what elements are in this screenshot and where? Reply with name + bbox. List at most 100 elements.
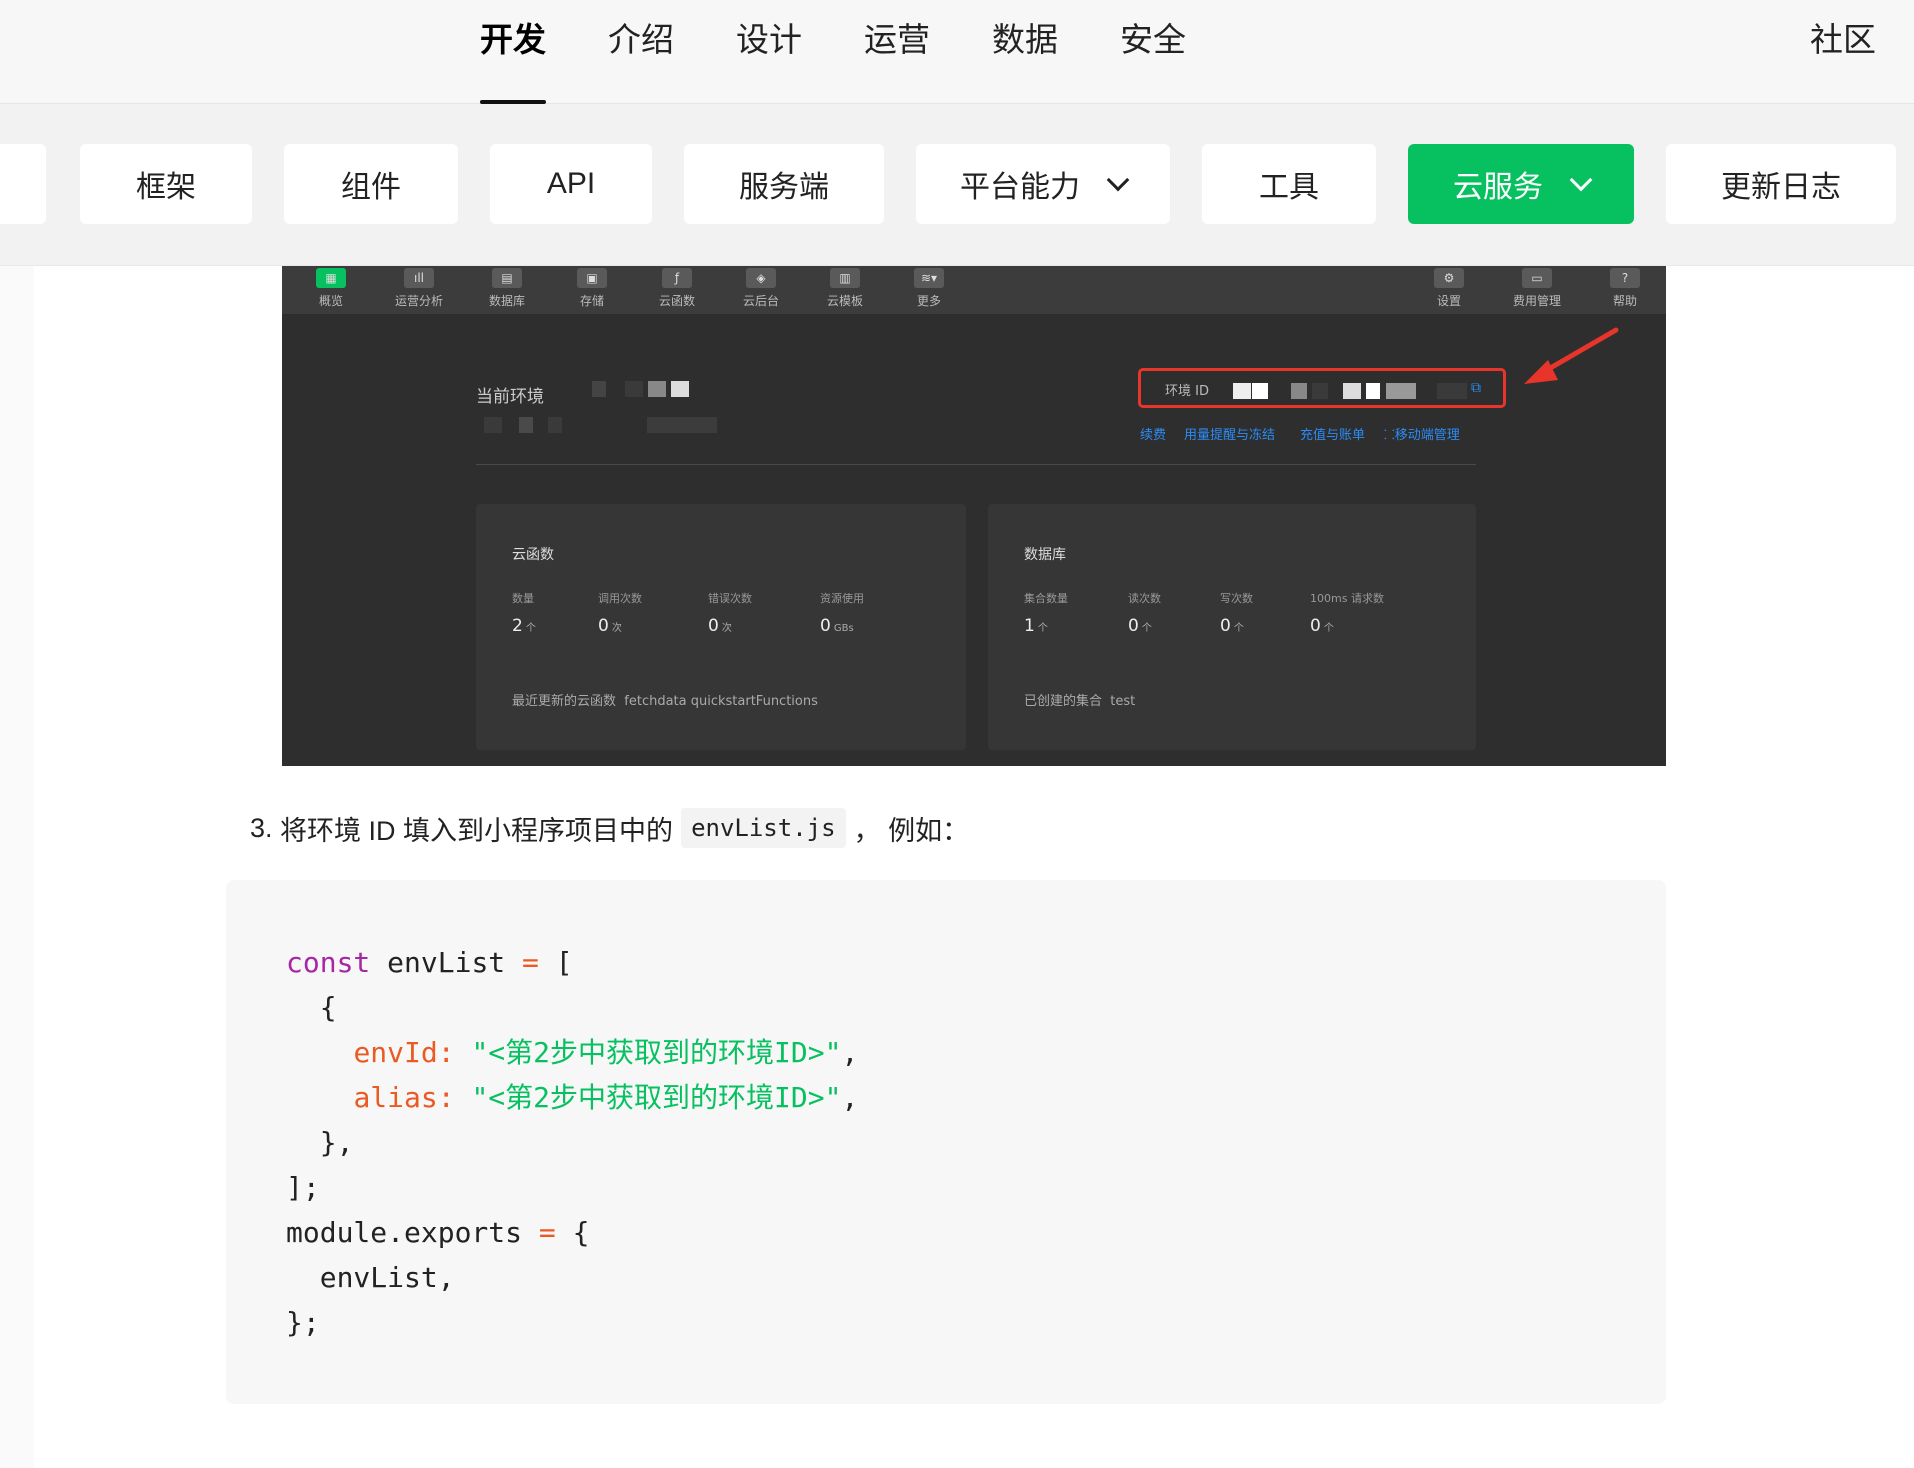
value: 0 <box>598 616 609 636</box>
card-title: 云函数 <box>512 547 554 563</box>
renew-link[interactable]: 续费 <box>1140 424 1166 443</box>
footer-value: test <box>1110 694 1136 709</box>
value: 0 <box>1220 616 1231 636</box>
gear-icon: ⚙ <box>1434 268 1464 288</box>
pill-label: 工具 <box>1259 171 1319 204</box>
toolbar-analytics: ıll 运营分析 <box>384 266 454 314</box>
redaction <box>625 380 644 397</box>
metric-value: 2个 <box>512 616 536 636</box>
recharge-link[interactable]: 充值与账单 <box>1300 424 1365 443</box>
billing-icon: ▭ <box>1522 268 1552 288</box>
toolbar-backend: ◈ 云后台 <box>726 266 796 314</box>
toolbar-label: 更多 <box>916 294 941 308</box>
card-footer: 最近更新的云函数 fetchdata quickstartFunctions <box>512 690 818 709</box>
pill-components[interactable]: 组件 <box>284 144 458 224</box>
divider <box>476 464 1476 465</box>
value: 0 <box>1128 616 1139 636</box>
pill-label: 框架 <box>136 171 196 204</box>
code-property: alias: <box>353 1081 455 1114</box>
toolbar-label: 云模板 <box>826 294 863 308</box>
pill-framework[interactable]: 框架 <box>80 144 252 224</box>
toolbar-label: 云后台 <box>742 294 779 308</box>
database-card: 数据库 集合数量 1个 读次数 0个 写次数 0个 100ms 请求数 0个 已… <box>988 504 1476 750</box>
cube-icon: ◈ <box>746 268 776 288</box>
redaction <box>1385 382 1416 399</box>
tab-design[interactable]: 设计 <box>736 0 802 104</box>
pill-tools[interactable]: 工具 <box>1202 144 1376 224</box>
metric-label: 集合数量 <box>1024 592 1068 605</box>
top-nav: 开发 介绍 设计 运营 数据 安全 社区 <box>0 0 1914 104</box>
footer-value: fetchdata quickstartFunctions <box>624 694 818 709</box>
toolbar-billing: ▭ 费用管理 <box>1502 266 1572 314</box>
pill-partial[interactable] <box>0 144 46 224</box>
metric-label: 调用次数 <box>598 592 642 605</box>
tab-operations[interactable]: 运营 <box>864 0 930 104</box>
chevron-down-icon <box>1106 168 1130 192</box>
console-screenshot: ▦ 概览 ıll 运营分析 ▤ 数据库 ▣ 存储 ƒ 云函数 ◈ 云后台 ▥ 云模板 ≋▾ 更多… <box>282 266 1666 766</box>
value: 0 <box>1310 616 1321 636</box>
usage-alert-link[interactable]: 用量提醒与冻结 <box>1184 424 1275 443</box>
env-id-highlight: 环境 ID ⧉ <box>1138 368 1506 408</box>
unit: GBs <box>833 623 854 634</box>
tab-security[interactable]: 安全 <box>1120 0 1186 104</box>
toolbar-label: 设置 <box>1436 294 1461 308</box>
current-env-label: 当前环境 <box>476 387 544 407</box>
mobile-manage-link[interactable]: ⸬移动端管理 <box>1384 424 1460 443</box>
footer-label: 最近更新的云函数 <box>512 694 617 709</box>
step-instruction: 3. 将环境 ID 填入到小程序项目中的 envList.js ， 例如： <box>250 808 969 848</box>
code-block: const envList = [ { envId: "<第2步中获取到的环境I… <box>226 880 1666 1404</box>
redaction <box>1252 382 1269 399</box>
pill-label: 更新日志 <box>1721 171 1841 204</box>
code-operator: = <box>522 946 539 979</box>
pill-label: API <box>546 167 596 200</box>
toolbar-label: 费用管理 <box>1512 294 1561 308</box>
code-identifier: module.exports <box>286 1216 523 1249</box>
toolbar-storage: ▣ 存储 <box>557 266 627 314</box>
pill-api[interactable]: API <box>490 144 652 224</box>
value: 2 <box>512 616 523 636</box>
community-link[interactable]: 社区 <box>1810 0 1876 104</box>
toolbar-label: 数据库 <box>488 294 525 308</box>
layers-icon: ≋▾ <box>914 268 944 288</box>
pill-changelog[interactable]: 更新日志 <box>1666 144 1896 224</box>
metric-value: 1个 <box>1024 616 1048 636</box>
tab-data[interactable]: 数据 <box>992 0 1058 104</box>
redaction <box>1291 382 1308 399</box>
pill-label: 服务端 <box>739 171 829 204</box>
copy-icon[interactable]: ⧉ <box>1471 380 1481 396</box>
chevron-down-icon <box>1569 168 1593 192</box>
redaction <box>1312 382 1329 399</box>
pill-platform[interactable]: 平台能力 <box>916 144 1170 224</box>
pill-label: 云服务 <box>1453 171 1543 204</box>
toolbar-functions: ƒ 云函数 <box>642 266 712 314</box>
unit: 个 <box>525 623 536 634</box>
value: 0 <box>820 616 831 636</box>
redaction <box>1343 382 1362 399</box>
redaction <box>592 380 606 397</box>
pill-cloud[interactable]: 云服务 <box>1408 144 1634 224</box>
redaction <box>671 380 690 397</box>
redacted-env-id <box>1233 380 1467 399</box>
toolbar-templates: ▥ 云模板 <box>810 266 880 314</box>
pill-server[interactable]: 服务端 <box>684 144 884 224</box>
function-icon: ƒ <box>662 268 692 288</box>
console-toolbar: ▦ 概览 ıll 运营分析 ▤ 数据库 ▣ 存储 ƒ 云函数 ◈ 云后台 ▥ 云模板 ≋▾ 更多… <box>282 266 1666 314</box>
qr-icon: ⸬ <box>1384 428 1395 443</box>
tab-develop[interactable]: 开发 <box>480 0 546 104</box>
toolbar-database: ▤ 数据库 <box>472 266 542 314</box>
toolbar-help: ? 帮助 <box>1590 266 1660 314</box>
bar-chart-icon: ıll <box>404 268 434 288</box>
metric-value: 0次 <box>708 616 732 636</box>
tab-intro[interactable]: 介绍 <box>608 0 674 104</box>
unit: 个 <box>1037 623 1048 634</box>
metric-value: 0个 <box>1220 616 1244 636</box>
pill-label: 组件 <box>341 171 401 204</box>
card-footer: 已创建的集合 test <box>1024 690 1135 709</box>
redaction <box>647 416 718 433</box>
footer-label: 已创建的集合 <box>1024 694 1103 709</box>
redaction <box>1233 382 1251 399</box>
unit: 次 <box>721 623 732 634</box>
help-icon: ? <box>1610 268 1640 288</box>
card-title: 数据库 <box>1024 547 1066 563</box>
redaction <box>1366 382 1381 399</box>
